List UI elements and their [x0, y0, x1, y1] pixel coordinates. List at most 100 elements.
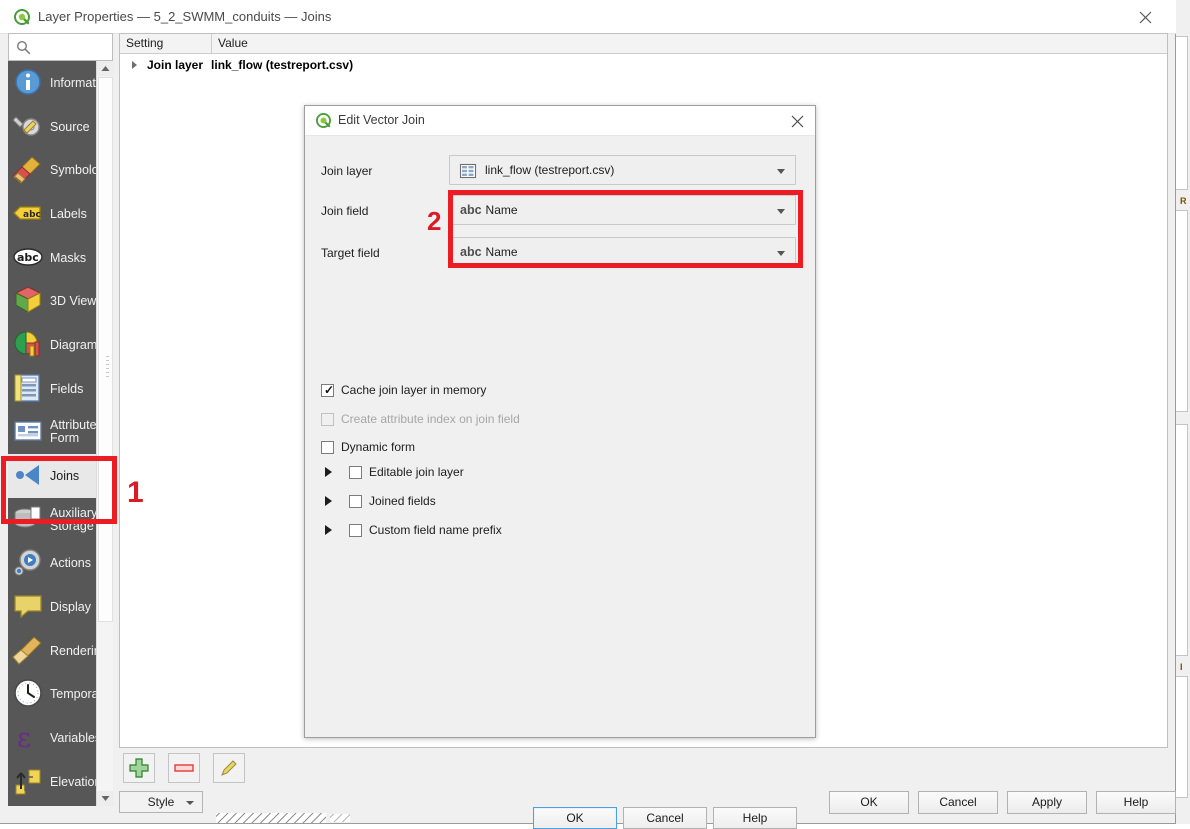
sidebar-item-label: 3D View	[50, 294, 97, 309]
edit-join-button[interactable]	[213, 753, 245, 783]
sidebar-item-label: Display	[50, 600, 91, 615]
cancel-button[interactable]: Cancel	[918, 791, 998, 814]
svg-text:abc: abc	[23, 210, 41, 220]
screen: R I Layer Properties — 5_2_SWMM_conduits…	[0, 0, 1190, 829]
joins-table-header: Setting Value	[120, 34, 1167, 54]
style-button[interactable]: Style	[119, 791, 203, 813]
checkbox-row-joined-fields[interactable]: Joined fields	[325, 494, 436, 508]
checkbox-label: Joined fields	[369, 494, 436, 508]
checkbox-label: Custom field name prefix	[369, 523, 502, 537]
chevron-down-icon	[777, 209, 785, 214]
row-value: link_flow (testreport.csv)	[211, 57, 354, 72]
checkbox-row-cache-join-layer-in-memory[interactable]: ✓ Cache join layer in memory	[321, 383, 486, 397]
window-title: Layer Properties — 5_2_SWMM_conduits — J…	[38, 9, 332, 24]
dialog-ok-label: OK	[566, 811, 584, 825]
fields-icon	[12, 372, 46, 406]
background-label: R	[1180, 196, 1187, 206]
expand-triangle-icon[interactable]	[325, 496, 339, 506]
display-icon	[12, 590, 46, 624]
rendering-icon	[12, 634, 46, 668]
join-field-combo[interactable]: abc Name	[449, 195, 796, 225]
style-button-label: Style	[147, 795, 175, 809]
checkbox-row-dynamic-form[interactable]: Dynamic form	[321, 440, 415, 454]
checkbox-input[interactable]	[349, 494, 362, 508]
join-layer-combo[interactable]: link_flow (testreport.csv)	[449, 155, 796, 185]
chevron-down-icon	[777, 169, 785, 174]
expand-triangle-icon[interactable]	[325, 467, 339, 477]
chevron-down-icon	[186, 801, 194, 805]
checkbox-row-create-attribute-index-on-join-field: Create attribute index on join field	[321, 412, 520, 426]
field-type-icon: abc	[460, 245, 482, 259]
diagrams-icon	[12, 328, 46, 362]
sidebar-item-label: Joins	[50, 469, 80, 484]
row-setting: Join layer	[147, 57, 204, 72]
sidebar-item-label: Elevation	[50, 774, 102, 789]
cancel-button-label: Cancel	[939, 795, 977, 809]
add-join-icon	[129, 758, 149, 778]
column-header-setting[interactable]: Setting	[120, 34, 212, 53]
resize-grip[interactable]	[216, 813, 326, 823]
elevation-icon	[12, 765, 46, 799]
joins-icon	[12, 459, 46, 493]
qgis-icon	[14, 9, 30, 25]
help-button-label: Help	[1123, 795, 1149, 809]
ok-button[interactable]: OK	[829, 791, 909, 814]
checkbox-label: Dynamic form	[341, 440, 416, 454]
table-row[interactable]: Join layer link_flow (testreport.csv)	[120, 54, 1167, 75]
sidebar-scrollbar-thumb[interactable]	[98, 77, 113, 622]
annotation-number-1: 1	[127, 476, 144, 509]
checkbox-label: Cache join layer in memory	[341, 383, 487, 397]
join-field-value: Name	[485, 203, 518, 217]
dialog-help-button[interactable]: Help	[713, 807, 797, 829]
information-icon	[12, 66, 46, 100]
dialog-title: Edit Vector Join	[338, 113, 425, 127]
join-field-label: Join field	[321, 204, 369, 218]
field-type-icon: abc	[460, 203, 482, 217]
add-join-button[interactable]	[123, 753, 155, 783]
qgis-icon	[316, 113, 331, 128]
search-icon	[16, 40, 31, 55]
svg-text:ε: ε	[17, 723, 31, 753]
scroll-up-arrow-icon[interactable]	[97, 61, 114, 76]
chevron-down-icon	[777, 251, 785, 256]
remove-join-button[interactable]	[168, 753, 200, 783]
auxiliary-storage-icon	[12, 503, 46, 537]
dialog-cancel-button[interactable]: Cancel	[623, 807, 707, 829]
checkbox-row-custom-field-name-prefix[interactable]: Custom field name prefix	[325, 523, 502, 537]
join-layer-label: Join layer	[321, 164, 373, 178]
checkbox-input[interactable]	[321, 440, 334, 454]
apply-button[interactable]: Apply	[1007, 791, 1087, 814]
checkbox-input[interactable]	[349, 465, 362, 479]
checkbox-input[interactable]	[349, 523, 362, 537]
settings-search-box[interactable]	[8, 33, 113, 61]
column-header-value[interactable]: Value	[212, 34, 1167, 53]
dialog-close-button[interactable]	[785, 110, 811, 132]
symbology-icon	[12, 153, 46, 187]
attributes-form-icon	[12, 415, 46, 449]
sidebar-item-label: Fields	[50, 381, 84, 396]
target-field-combo[interactable]: abc Name	[449, 237, 796, 267]
remove-join-icon	[174, 764, 194, 772]
edit-join-icon	[221, 760, 237, 776]
temporal-icon	[12, 677, 46, 711]
expand-triangle-icon[interactable]	[325, 525, 339, 535]
sidebar-item-label: Actions	[50, 556, 91, 571]
checkbox-row-editable-join-layer[interactable]: Editable join layer	[325, 465, 464, 479]
search-input[interactable]	[37, 39, 111, 55]
target-field-value: Name	[485, 245, 518, 259]
checkbox-input[interactable]: ✓	[321, 383, 334, 397]
variables-icon: ε	[12, 721, 46, 755]
background-label: I	[1180, 662, 1183, 672]
table-layer-icon	[459, 162, 477, 180]
window-close-button[interactable]	[1124, 4, 1168, 30]
expand-triangle-icon[interactable]	[132, 60, 137, 69]
source-icon	[12, 110, 46, 144]
scroll-down-arrow-icon[interactable]	[97, 791, 114, 806]
sidebar-scrollbar[interactable]	[96, 61, 114, 806]
dialog-ok-button[interactable]: OK	[533, 807, 617, 829]
sidebar-item-label: Temporal	[50, 687, 102, 702]
help-button[interactable]: Help	[1096, 791, 1176, 814]
dialog-cancel-label: Cancel	[646, 811, 684, 825]
resize-grip-secondary[interactable]	[330, 814, 350, 822]
svg-text:abc: abc	[17, 251, 39, 264]
